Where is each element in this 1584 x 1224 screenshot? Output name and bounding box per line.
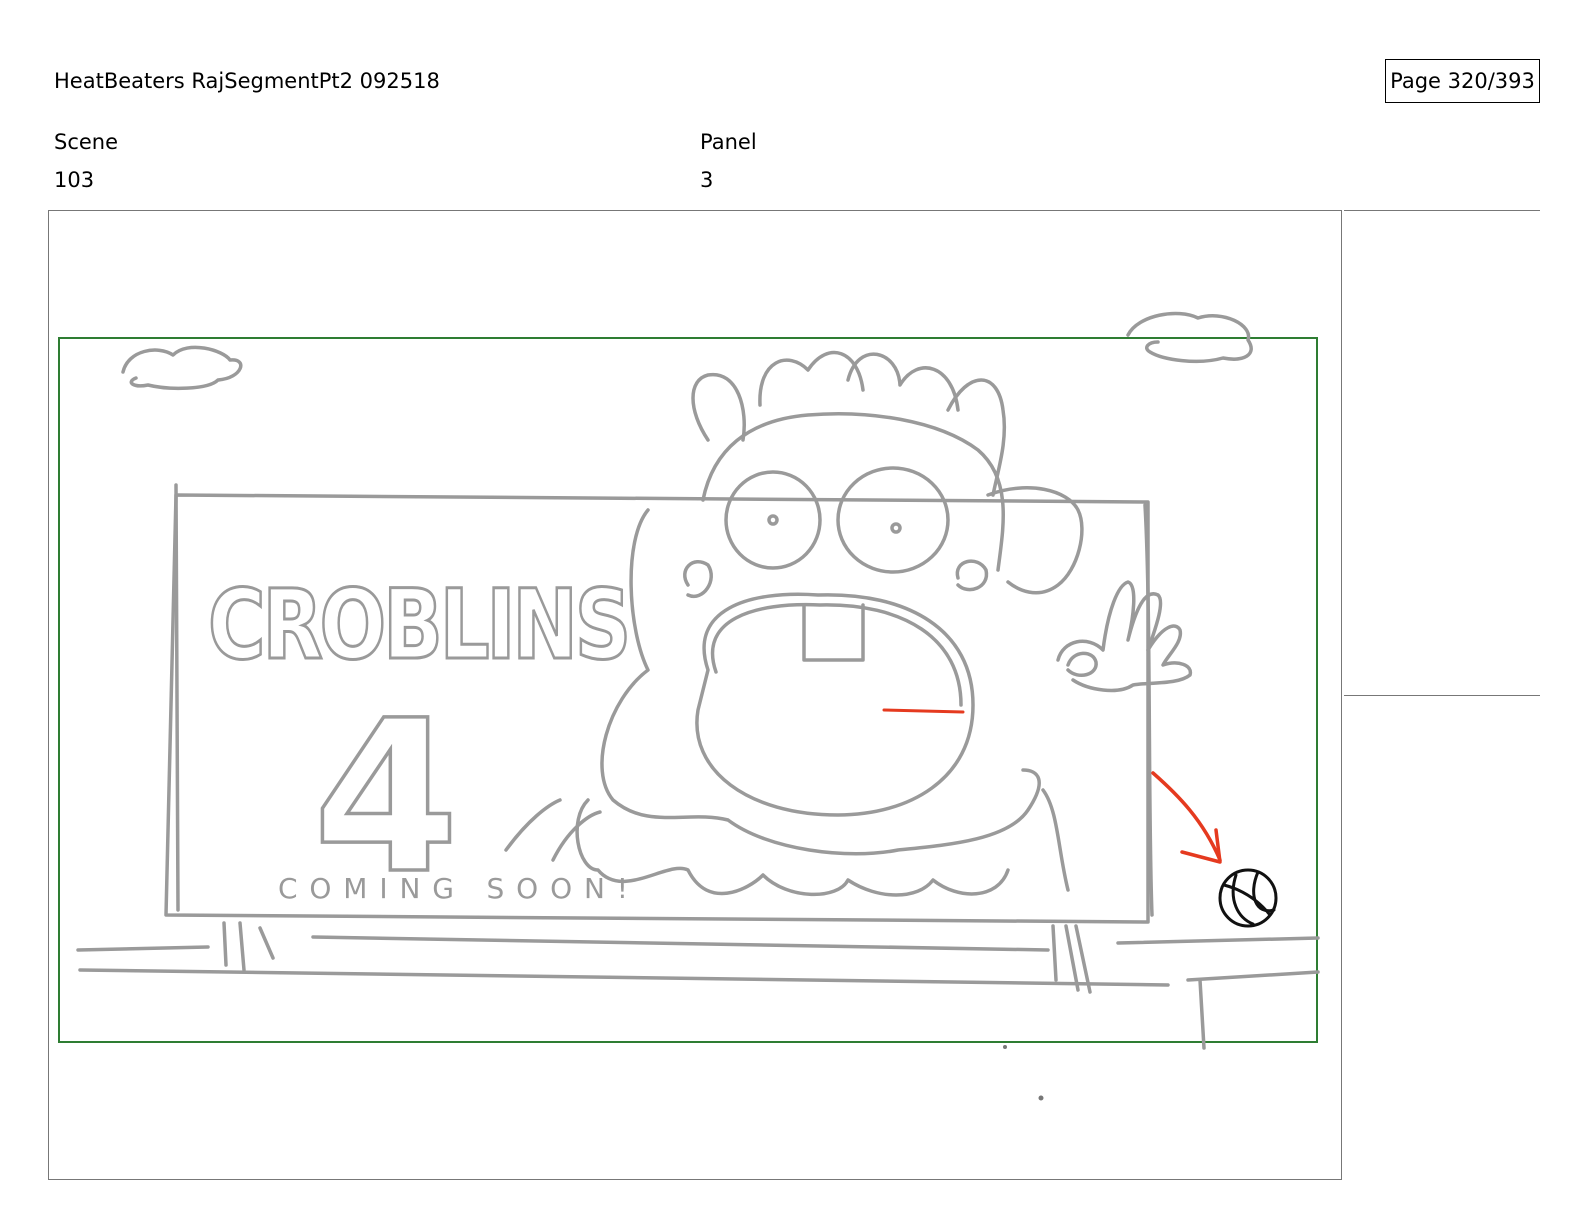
- billboard-title: CROBLINS: [208, 569, 628, 681]
- stray-dot: [1003, 1045, 1007, 1049]
- panel-value: 3: [700, 168, 714, 192]
- document-title: HeatBeaters RajSegmentPt2 092518: [54, 69, 440, 93]
- basketball-icon: [1218, 868, 1278, 928]
- page-number: Page 320/393: [1385, 59, 1540, 103]
- cloud-left: [121, 345, 243, 391]
- action-arrow-icon: [1151, 771, 1222, 862]
- notes-middle-divider: [1344, 695, 1540, 696]
- red-line-mark: [882, 708, 965, 714]
- camera-safe-frame: [58, 337, 1318, 1043]
- notes-top-divider: [1344, 210, 1540, 211]
- scene-value: 103: [54, 168, 95, 192]
- storyboard-sketch: CROBLINS 4 COMING SOON!: [58, 311, 1320, 1101]
- scene-label: Scene: [54, 130, 119, 154]
- billboard-tagline: COMING SOON!: [278, 872, 648, 905]
- stray-dot: [1038, 1095, 1044, 1101]
- panel-label: Panel: [700, 130, 757, 154]
